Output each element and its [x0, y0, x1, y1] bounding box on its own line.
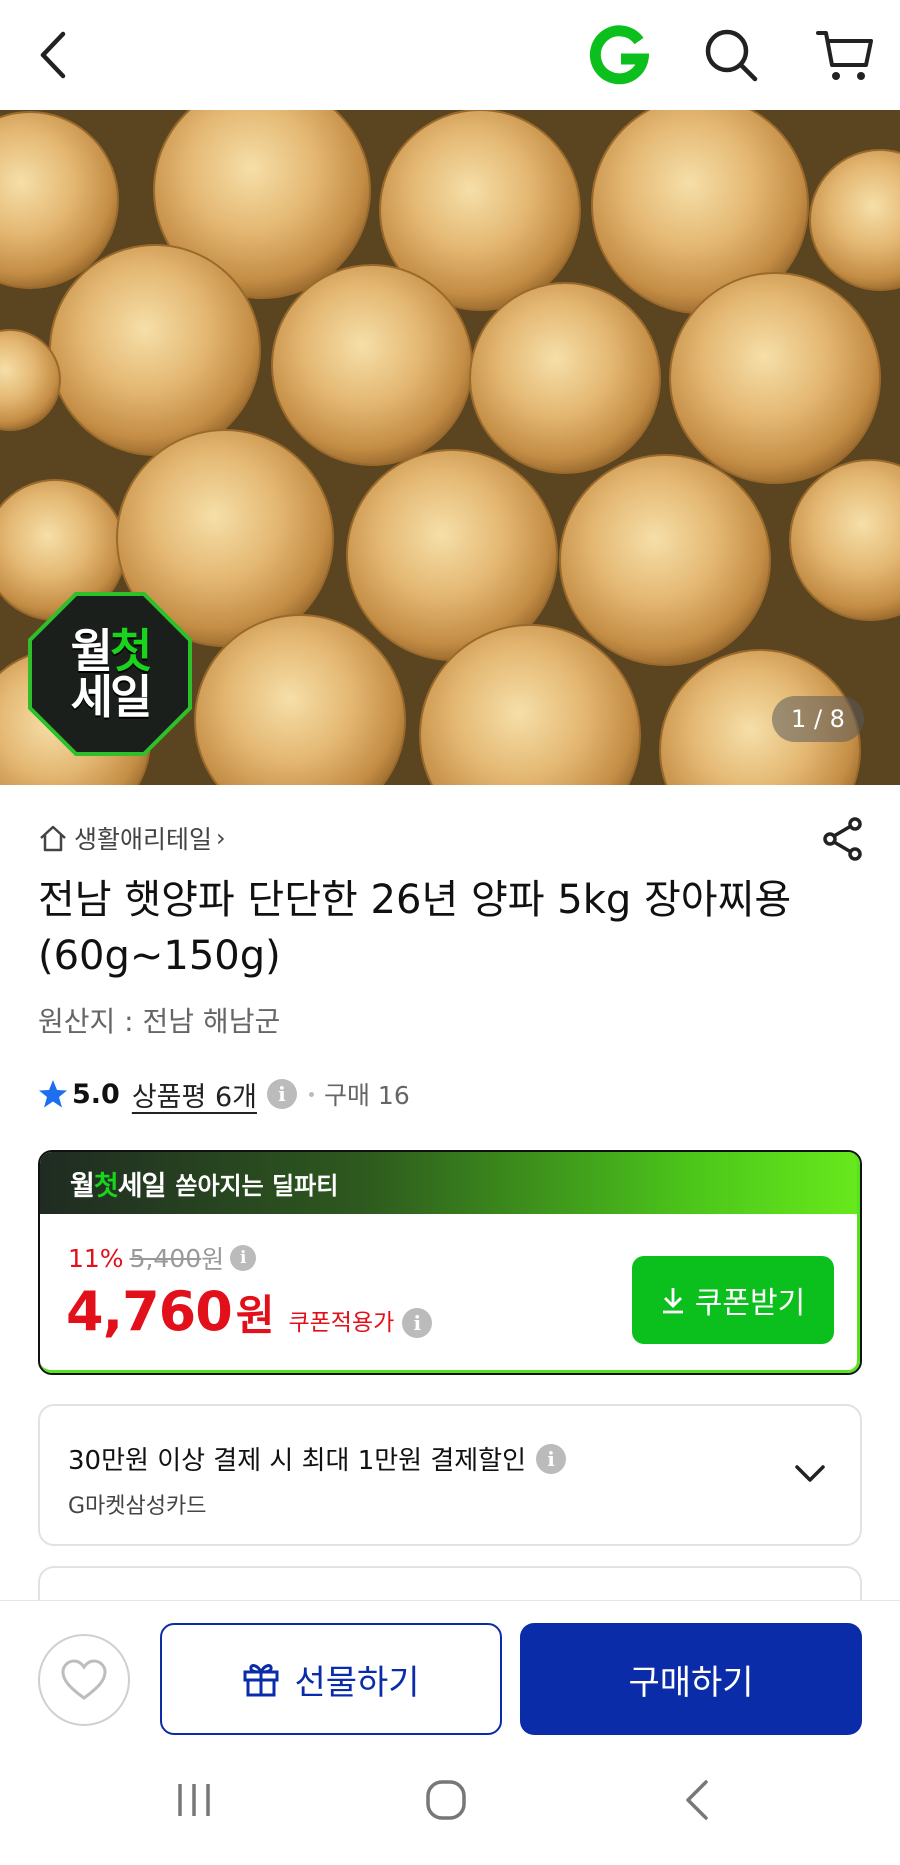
- info-icon[interactable]: i: [536, 1443, 567, 1474]
- monthly-first-sale-badge: 월첫 세일: [28, 592, 192, 756]
- deal-subtitle: 쏟아지는 딜파티: [175, 1171, 339, 1200]
- back-button[interactable]: [22, 22, 88, 88]
- wishlist-button[interactable]: [38, 1634, 130, 1726]
- get-coupon-button[interactable]: 쿠폰받기: [632, 1256, 834, 1344]
- system-back-button[interactable]: [668, 1775, 728, 1825]
- product-image-carousel[interactable]: 월첫 세일 1 / 8: [0, 110, 900, 785]
- deal-logo-text-2: 첫: [93, 1170, 119, 1202]
- info-icon[interactable]: i: [266, 1079, 297, 1109]
- deal-banner: 월첫세일 쏟아지는 딜파티: [40, 1152, 860, 1214]
- rating-score: 5.0: [72, 1078, 120, 1110]
- share-button[interactable]: [818, 814, 868, 864]
- coupon-button-label: 쿠폰받기: [694, 1286, 806, 1321]
- sale-price: 4,760: [66, 1280, 233, 1343]
- original-price-unit: 원: [201, 1245, 225, 1274]
- star-icon: [39, 1080, 67, 1108]
- discount-rate: 11%: [68, 1243, 124, 1273]
- card-discount-title: 30만원 이상 결제 시 최대 1만원 결제할인 i: [68, 1440, 567, 1477]
- coupon-price-label: 쿠폰적용가: [288, 1310, 395, 1336]
- purchase-count: 구매 16: [323, 1081, 410, 1110]
- chevron-left-icon: [40, 31, 66, 79]
- home-circle-icon: [426, 1780, 466, 1820]
- back-arrow-icon: [686, 1780, 708, 1820]
- recent-apps-icon: [178, 1784, 210, 1816]
- deal-logo-text-1: 월: [70, 1170, 95, 1202]
- gift-button[interactable]: 선물하기: [160, 1623, 502, 1735]
- download-icon: [662, 1288, 683, 1314]
- gmarket-g-logo-icon: [589, 25, 649, 85]
- deal-price-box: 월첫세일 쏟아지는 딜파티 11% 5,400 원 i 4,760 원 쿠폰적용…: [38, 1150, 862, 1375]
- deal-logo-text-3: 세일: [117, 1170, 167, 1202]
- recent-apps-button[interactable]: [164, 1775, 224, 1825]
- heart-icon: [61, 1659, 107, 1700]
- review-count-link[interactable]: 상품평 6개: [132, 1075, 257, 1114]
- badge-text-1: 월: [70, 624, 113, 678]
- deal-logo: 월첫세일: [70, 1164, 167, 1203]
- search-icon: [705, 29, 758, 82]
- original-price-row: 11% 5,400 원 i: [68, 1240, 257, 1276]
- sale-price-unit: 원: [235, 1291, 275, 1340]
- bottom-action-bar: 선물하기 구매하기: [0, 1600, 900, 1735]
- home-icon: [40, 825, 66, 852]
- store-link[interactable]: 생활애리테일 ›: [38, 818, 226, 858]
- home-nav-button[interactable]: [416, 1775, 476, 1825]
- product-origin: 원산지 : 전남 해남군: [38, 1005, 281, 1038]
- badge-text-3: 세일: [70, 670, 153, 724]
- card-discount-text: 30만원 이상 결제 시 최대 1만원 결제할인: [68, 1446, 527, 1476]
- image-counter: 1 / 8: [772, 696, 864, 742]
- card-name: G마켓삼성카드: [68, 1494, 207, 1519]
- buy-button[interactable]: 구매하기: [520, 1623, 862, 1735]
- buy-button-label: 구매하기: [628, 1662, 754, 1703]
- info-icon[interactable]: i: [402, 1308, 433, 1338]
- cart-icon: [816, 31, 873, 80]
- cart-button[interactable]: [812, 22, 878, 88]
- store-name: 생활애리테일: [74, 825, 213, 854]
- original-price: 5,400: [129, 1243, 202, 1273]
- gift-icon: [243, 1664, 279, 1697]
- rating-row: 5.0 상품평 6개 i 구매 16: [38, 1072, 410, 1116]
- search-button[interactable]: [698, 22, 764, 88]
- chevron-down-icon[interactable]: [790, 1454, 830, 1494]
- info-icon[interactable]: i: [230, 1245, 257, 1271]
- card-discount-banner[interactable]: 30만원 이상 결제 시 최대 1만원 결제할인 i G마켓삼성카드: [38, 1404, 862, 1546]
- system-navigation-bar: [0, 1735, 900, 1865]
- gmarket-logo-button[interactable]: [586, 22, 652, 88]
- chevron-right-icon: ›: [216, 824, 226, 852]
- top-app-bar: [0, 0, 900, 110]
- gift-button-label: 선물하기: [294, 1662, 420, 1703]
- badge-text-2: 첫: [110, 624, 152, 678]
- separator-dot: [308, 1091, 314, 1097]
- sale-price-row: 4,760 원 쿠폰적용가 i: [66, 1280, 433, 1343]
- product-title: 전남 햇양파 단단한 26년 양파 5kg 장아찌용(60g~150g): [38, 877, 792, 979]
- share-icon: [823, 817, 862, 861]
